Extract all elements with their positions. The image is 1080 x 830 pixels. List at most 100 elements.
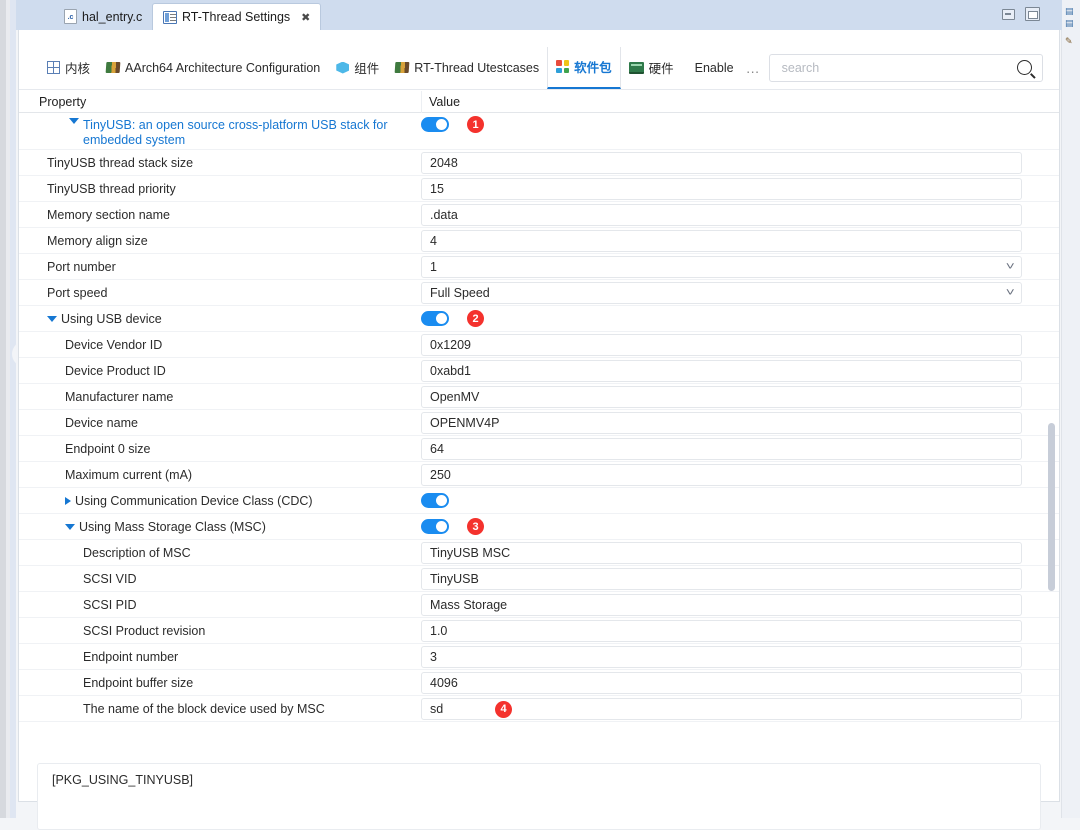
minimize-icon[interactable] [1002, 9, 1015, 20]
table-row[interactable]: Device Product ID0xabd1 [19, 358, 1059, 384]
value-input[interactable]: TinyUSB [421, 568, 1022, 590]
category-tab-aarch64[interactable]: AArch64 Architecture Configuration [98, 47, 328, 89]
category-tab-enable[interactable]: Enable [682, 47, 738, 89]
table-row[interactable]: Using Communication Device Class (CDC) [19, 488, 1059, 514]
chevron-down-icon[interactable]: ˅ [1005, 261, 1014, 273]
value-input[interactable]: OpenMV [421, 386, 1022, 408]
toggle-switch[interactable] [421, 493, 449, 508]
category-tab-utestcases[interactable]: RT-Thread Utestcases [387, 47, 547, 89]
right-toolbar-rail[interactable]: ▤ ▤ ✎ [1061, 0, 1080, 818]
table-row[interactable]: Using USB device2 [19, 306, 1059, 332]
table-row[interactable]: TinyUSB: an open source cross-platform U… [19, 113, 1059, 150]
table-row[interactable]: The name of the block device used by MSC… [19, 696, 1059, 722]
row-label: Endpoint buffer size [83, 676, 193, 690]
table-row[interactable]: TinyUSB thread stack size2048 [19, 150, 1059, 176]
value-input[interactable]: 4 [421, 230, 1022, 252]
category-label: Enable [695, 61, 734, 75]
outline-view-icon[interactable]: ▤ [1065, 6, 1074, 17]
value-input[interactable]: 0xabd1 [421, 360, 1022, 382]
row-value-cell: 1˅ [421, 256, 1059, 278]
table-row[interactable]: Memory section name .data [19, 202, 1059, 228]
search-box[interactable] [769, 54, 1043, 82]
value-input[interactable]: 1.0 [421, 620, 1022, 642]
vertical-scrollbar-track[interactable] [1048, 113, 1055, 755]
close-icon[interactable]: ✖ [301, 11, 310, 24]
row-value-cell: .data [421, 204, 1059, 226]
row-label: Port speed [47, 286, 107, 300]
table-row[interactable]: Device nameOPENMV4P [19, 410, 1059, 436]
properties-view-icon[interactable]: ▤ [1065, 18, 1074, 29]
row-label: Memory section name [47, 208, 170, 222]
chevron-down-icon[interactable] [47, 316, 57, 322]
maximize-icon[interactable] [1025, 7, 1040, 21]
table-row[interactable]: Endpoint buffer size 4096 [19, 670, 1059, 696]
search-input[interactable] [780, 60, 1017, 76]
row-value-cell: 4096 [421, 672, 1059, 694]
row-value-cell: Mass Storage [421, 594, 1059, 616]
settings-file-icon [163, 11, 177, 24]
column-divider[interactable] [421, 91, 422, 113]
category-overflow-button[interactable]: … [738, 47, 769, 89]
row-value-cell: Full Speed˅ [421, 282, 1059, 304]
row-property-cell: TinyUSB thread stack size [19, 156, 421, 170]
toggle-switch[interactable] [421, 117, 449, 132]
value-input[interactable]: 4096 [421, 672, 1022, 694]
value-input[interactable]: 3 [421, 646, 1022, 668]
value-input[interactable]: Mass Storage [421, 594, 1022, 616]
book-icon [689, 62, 690, 73]
book-icon [106, 62, 121, 73]
c-file-icon: .c [64, 9, 77, 24]
table-row[interactable]: SCSI Product revision1.0 [19, 618, 1059, 644]
category-tab-kernel[interactable]: 内核 [39, 47, 98, 89]
value-dropdown[interactable]: Full Speed˅ [421, 282, 1022, 304]
row-label: Using USB device [61, 312, 162, 326]
search-icon[interactable] [1017, 60, 1032, 75]
value-dropdown[interactable]: 1˅ [421, 256, 1022, 278]
category-tab-components[interactable]: 组件 [328, 47, 387, 89]
settings-table-body: TinyUSB: an open source cross-platform U… [19, 113, 1059, 755]
row-value-cell: 3 [421, 646, 1059, 668]
value-input[interactable]: 250 [421, 464, 1022, 486]
table-row[interactable]: SCSI PIDMass Storage [19, 592, 1059, 618]
packages-icon [556, 60, 569, 73]
category-tab-hardware[interactable]: 硬件 [621, 47, 682, 89]
table-row[interactable]: SCSI VIDTinyUSB [19, 566, 1059, 592]
table-row[interactable]: Port number1˅ [19, 254, 1059, 280]
value-input[interactable]: 0x1209 [421, 334, 1022, 356]
category-label: AArch64 Architecture Configuration [125, 61, 320, 75]
editor-tab-hal-entry[interactable]: .c hal_entry.c [54, 3, 152, 30]
help-description-box: [PKG_USING_TINYUSB] [37, 763, 1041, 830]
value-input[interactable]: 2048 [421, 152, 1022, 174]
value-text: .data [430, 208, 458, 222]
chevron-right-icon[interactable] [65, 497, 71, 505]
row-value-cell: OpenMV [421, 386, 1059, 408]
value-text: Mass Storage [430, 598, 507, 612]
toggle-switch[interactable] [421, 519, 449, 534]
build-tool-icon[interactable]: ✎ [1065, 36, 1073, 47]
table-row[interactable]: Description of MSCTinyUSB MSC [19, 540, 1059, 566]
category-tab-packages[interactable]: 软件包 [547, 47, 621, 89]
annotation-badge: 4 [495, 701, 512, 718]
value-input[interactable]: .data [421, 204, 1022, 226]
table-row[interactable]: Using Mass Storage Class (MSC)3 [19, 514, 1059, 540]
table-row[interactable]: Manufacturer nameOpenMV [19, 384, 1059, 410]
chevron-down-icon[interactable]: ˅ [1005, 287, 1014, 299]
vertical-scrollbar-thumb[interactable] [1048, 423, 1055, 591]
row-label: TinyUSB: an open source cross-platform U… [83, 118, 421, 148]
editor-tab-rt-thread-settings[interactable]: RT-Thread Settings ✖ [152, 3, 321, 30]
value-input[interactable]: 15 [421, 178, 1022, 200]
table-row[interactable]: Memory align size4 [19, 228, 1059, 254]
toggle-switch[interactable] [421, 311, 449, 326]
table-row[interactable]: Maximum current (mA)250 [19, 462, 1059, 488]
value-input[interactable]: OPENMV4P [421, 412, 1022, 434]
chevron-down-icon[interactable] [65, 524, 75, 530]
table-row[interactable]: Port speed Full Speed˅ [19, 280, 1059, 306]
table-row[interactable]: TinyUSB thread priority15 [19, 176, 1059, 202]
chevron-down-icon[interactable] [69, 118, 79, 124]
table-row[interactable]: Endpoint 0 size64 [19, 436, 1059, 462]
value-input[interactable]: 64 [421, 438, 1022, 460]
value-text: 250 [430, 468, 451, 482]
table-row[interactable]: Device Vendor ID0x1209 [19, 332, 1059, 358]
table-row[interactable]: Endpoint number3 [19, 644, 1059, 670]
value-input[interactable]: TinyUSB MSC [421, 542, 1022, 564]
